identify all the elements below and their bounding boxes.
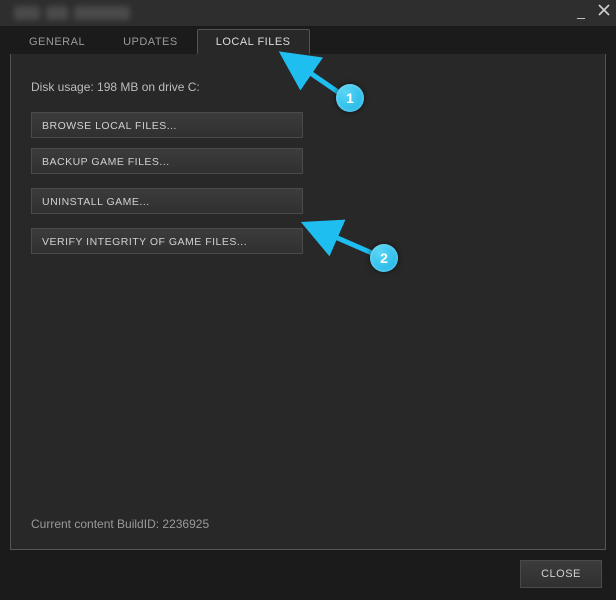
close-icon[interactable] — [598, 4, 610, 16]
title-bar: _ — [0, 0, 616, 27]
browse-local-files-button[interactable]: BROWSE LOCAL FILES... — [31, 112, 303, 138]
disk-usage-label: Disk usage: 198 MB on drive C: — [31, 80, 585, 94]
uninstall-game-button[interactable]: UNINSTALL GAME... — [31, 188, 303, 214]
backup-game-files-button[interactable]: BACKUP GAME FILES... — [31, 148, 303, 174]
title-text-blurred — [14, 6, 134, 20]
tab-bar: GENERAL UPDATES LOCAL FILES — [10, 28, 606, 55]
local-files-panel: Disk usage: 198 MB on drive C: BROWSE LO… — [10, 54, 606, 550]
minimize-icon[interactable]: _ — [574, 4, 588, 18]
tab-local-files[interactable]: LOCAL FILES — [197, 29, 310, 54]
verify-integrity-button[interactable]: VERIFY INTEGRITY OF GAME FILES... — [31, 228, 303, 254]
close-button[interactable]: CLOSE — [520, 560, 602, 588]
build-id-label: Current content BuildID: 2236925 — [31, 517, 209, 531]
tab-updates[interactable]: UPDATES — [104, 29, 197, 54]
window-controls: _ — [574, 4, 610, 18]
tab-general[interactable]: GENERAL — [10, 29, 104, 54]
